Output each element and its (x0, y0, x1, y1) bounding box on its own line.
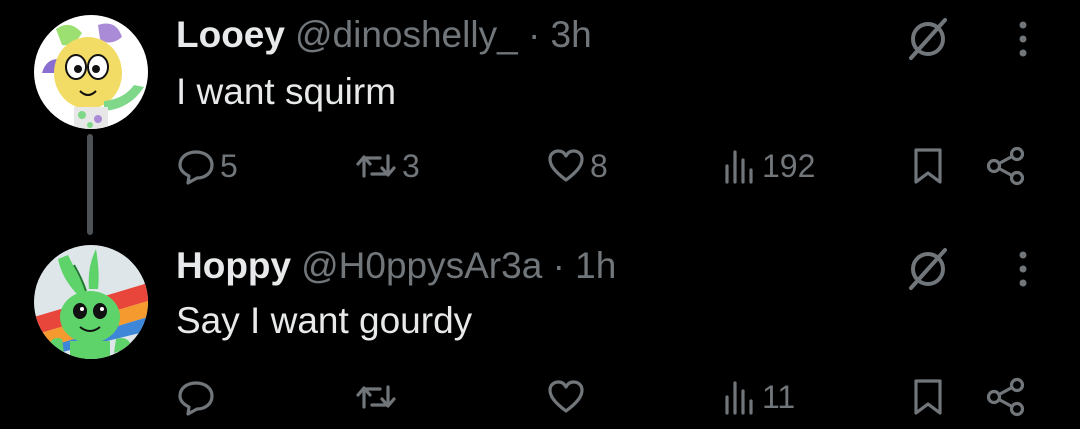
share-button[interactable] (984, 140, 1028, 192)
views-button[interactable]: 192 (722, 140, 815, 192)
display-name[interactable]: Looey (176, 14, 285, 55)
share-nodes-icon (986, 146, 1025, 186)
bar-chart-icon (725, 150, 753, 184)
timestamp[interactable]: 3h (551, 14, 592, 55)
like-button[interactable] (546, 371, 590, 423)
speech-bubble-icon (178, 381, 214, 416)
like-button[interactable]: 8 (546, 140, 608, 192)
action-bar: 5 3 8 192 (0, 140, 1080, 192)
bar-chart-icon (725, 381, 753, 415)
like-count: 8 (590, 147, 608, 184)
reply-button[interactable] (176, 371, 220, 423)
views-count: 192 (762, 147, 816, 184)
repost-arrows-icon (356, 385, 396, 409)
post-header: Looey @dinoshelly_ · 3h (176, 13, 592, 57)
grok-slash-circle-icon (909, 18, 947, 60)
more-options-button[interactable] (1006, 16, 1040, 62)
share-button[interactable] (984, 371, 1028, 423)
bookmark-button[interactable] (910, 371, 946, 423)
bookmark-button[interactable] (910, 140, 946, 192)
handle[interactable]: @dinoshelly_ (295, 14, 518, 55)
avatar-looey[interactable] (34, 15, 148, 129)
separator-dot: · (527, 14, 541, 55)
grok-slash-circle-icon (909, 248, 947, 290)
bookmark-icon (914, 148, 942, 184)
grok-button[interactable] (902, 13, 954, 65)
avatar-looey-image (34, 15, 148, 129)
views-count: 11 (762, 378, 796, 415)
repost-count: 3 (402, 147, 420, 184)
reply-count: 5 (220, 147, 238, 184)
post-header: Hoppy @H0ppysAr3a · 1h (176, 244, 616, 288)
vertical-ellipsis-icon (1019, 251, 1027, 287)
handle[interactable]: @H0ppysAr3a (301, 245, 542, 286)
views-button[interactable]: 11 (722, 371, 795, 423)
more-options-button[interactable] (1006, 246, 1040, 292)
post-text: Say I want gourdy (176, 300, 473, 341)
avatar-hoppy[interactable] (34, 245, 148, 359)
repost-button[interactable] (354, 371, 402, 423)
timestamp[interactable]: 1h (575, 245, 616, 286)
reply-button[interactable]: 5 (176, 140, 238, 192)
bookmark-icon (914, 379, 942, 415)
repost-arrows-icon (356, 154, 396, 178)
display-name[interactable]: Hoppy (176, 245, 291, 286)
vertical-ellipsis-icon (1019, 21, 1027, 57)
share-nodes-icon (986, 377, 1025, 417)
avatar-hoppy-image (34, 245, 148, 359)
post-text: I want squirm (176, 71, 397, 112)
repost-button[interactable]: 3 (354, 140, 420, 192)
post-hoppy[interactable]: Hoppy@H0ppysAr3a · 1h Say I want gourdy (0, 229, 1080, 429)
heart-icon (548, 149, 584, 182)
separator-dot: · (552, 245, 565, 286)
post-looey[interactable]: Looey@dinoshelly_ · 3h I want squirm 5 (0, 0, 1080, 235)
heart-icon (548, 380, 584, 413)
speech-bubble-icon (178, 150, 214, 185)
grok-button[interactable] (902, 243, 954, 295)
action-bar: 11 (0, 371, 1080, 423)
